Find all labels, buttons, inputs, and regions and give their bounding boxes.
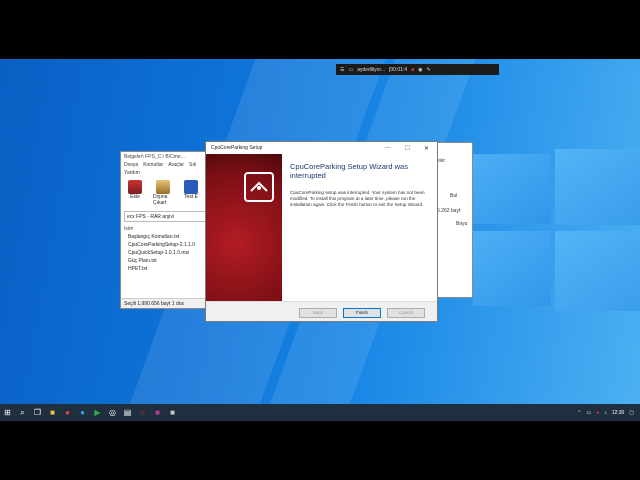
file-list: Başlangıç Komutları.txt CpuCoreParkingSe…	[121, 234, 209, 274]
window-title: Belgeler\ FPS_C:\ B\Cme...	[124, 154, 185, 160]
setup-dialog[interactable]: CpuCoreParking Setup — ☐ ✕ CpuCoreParkin…	[205, 141, 438, 322]
status-bar: Seçili 1.990.656 bayt 1 dos	[121, 298, 209, 308]
cpu-logo-icon	[244, 172, 274, 202]
notifications-icon[interactable]: ▢	[629, 410, 634, 416]
windows-logo-pane	[473, 154, 551, 224]
dialog-title: CpuCoreParking Setup	[211, 145, 263, 151]
windows-logo-pane	[473, 231, 551, 306]
taskbar: ⊞ ⌕ ❐ ■ ● ● ▶ ◎ ▤ ○ ■ ■ ⌃ ▭ ● ♪ 12:30 ▢	[0, 404, 640, 421]
finish-button[interactable]: Finish	[343, 307, 381, 318]
size-label: 5.262 bayt	[437, 208, 461, 214]
size-column: Boyu	[456, 221, 468, 227]
opera-icon[interactable]: ○	[135, 404, 150, 421]
record-icon[interactable]: ●	[596, 410, 599, 416]
list-item[interactable]: CpuCoreParkingSetup-2.1.1.0	[121, 242, 209, 250]
test-icon	[184, 180, 198, 194]
add-label: Ekle	[130, 194, 140, 200]
add-button[interactable]: Ekle	[125, 180, 145, 208]
windows-logo-pane	[555, 149, 640, 225]
menu-bar-2: Yardım	[121, 170, 209, 178]
list-item[interactable]: Başlangıç Komutları.txt	[121, 234, 209, 242]
menu-icon[interactable]: ☰	[340, 67, 344, 73]
back-button[interactable]: Back	[299, 307, 337, 318]
steam-icon[interactable]: ◎	[105, 404, 120, 421]
dialog-titlebar: CpuCoreParking Setup — ☐ ✕	[206, 142, 437, 154]
minimize-icon[interactable]: —	[385, 145, 391, 152]
dialog-heading: CpuCoreParking Setup Wizard was interrup…	[290, 162, 408, 180]
menu-item[interactable]: Komutlar	[143, 162, 163, 170]
button-row: Back Finish Cancel	[206, 301, 437, 323]
menu-item[interactable]: Araçlar	[168, 162, 184, 170]
edge-icon[interactable]: ●	[75, 404, 90, 421]
setup-taskbar-icon[interactable]: ■	[165, 404, 180, 421]
camera-icon[interactable]: ◉	[418, 67, 422, 73]
volume-icon[interactable]: ♪	[604, 410, 607, 416]
clock[interactable]: 12:30	[612, 410, 625, 416]
network-icon[interactable]: ▭	[586, 410, 591, 416]
dialog-content: CpuCoreParking Setup Wizard was interrup…	[282, 154, 437, 301]
maximize-icon[interactable]: ☐	[405, 145, 410, 152]
record-label: aydediliyor...	[357, 66, 386, 73]
menu-item[interactable]: Dosya	[124, 162, 138, 170]
archive-path[interactable]: ecx FPS - RAR arşivi	[124, 211, 206, 222]
recorder-bar[interactable]: ☰ ▭ aydediliyor... [00:01:4 ■ ◉ ✎	[336, 64, 499, 75]
list-item[interactable]: CpuQuickSetup-1.0.1.0.msi	[121, 250, 209, 258]
system-tray: ⌃ ▭ ● ♪ 12:30 ▢	[577, 410, 640, 416]
cancel-button[interactable]: Cancel	[387, 307, 425, 318]
list-item[interactable]: HPET.txt	[121, 266, 209, 274]
notepad-icon[interactable]: ▤	[120, 404, 135, 421]
menu-item-help[interactable]: Yardım	[124, 170, 140, 178]
task-view-icon[interactable]: ❐	[30, 404, 45, 421]
window-icon[interactable]: ▭	[348, 67, 353, 73]
add-icon	[128, 180, 142, 194]
test-button[interactable]: Test E	[181, 180, 201, 208]
dialog-body: CpuCoreParking setup was interrupted. Yo…	[290, 190, 425, 207]
find-label[interactable]: Bul	[450, 193, 457, 199]
menu-bar: Dosya Komutlar Araçlar Sık	[121, 162, 209, 170]
stop-icon[interactable]: ■	[411, 67, 414, 73]
close-icon[interactable]: ✕	[424, 145, 429, 152]
extract-label: Dışına Çıkart	[153, 194, 168, 206]
test-label: Test E	[184, 194, 198, 200]
column-header-name[interactable]: İsim	[121, 226, 209, 234]
list-item[interactable]: Güç Planı.txt	[121, 258, 209, 266]
extract-button[interactable]: Dışına Çıkart	[153, 180, 173, 208]
explorer-icon[interactable]: ■	[45, 404, 60, 421]
media-player-icon[interactable]: ▶	[90, 404, 105, 421]
background-window[interactable]: kler Bul 5.262 bayt Boyu	[433, 142, 473, 298]
toolbar: Ekle Dışına Çıkart Test E	[121, 178, 209, 210]
chevron-up-icon[interactable]: ⌃	[577, 410, 581, 416]
winrar-window[interactable]: Belgeler\ FPS_C:\ B\Cme... Dosya Komutla…	[120, 151, 210, 309]
search-icon[interactable]: ⌕	[15, 404, 30, 421]
extract-icon	[156, 180, 170, 194]
top-label: kler	[437, 158, 446, 164]
windows-logo-pane	[555, 231, 640, 311]
menu-item[interactable]: Sık	[189, 162, 196, 170]
record-time: [00:01:4	[389, 66, 408, 73]
winrar-icon[interactable]: ■	[150, 404, 165, 421]
pen-icon[interactable]: ✎	[427, 67, 431, 73]
chrome-icon[interactable]: ●	[60, 404, 75, 421]
start-icon[interactable]: ⊞	[0, 404, 15, 421]
setup-banner	[206, 154, 282, 301]
